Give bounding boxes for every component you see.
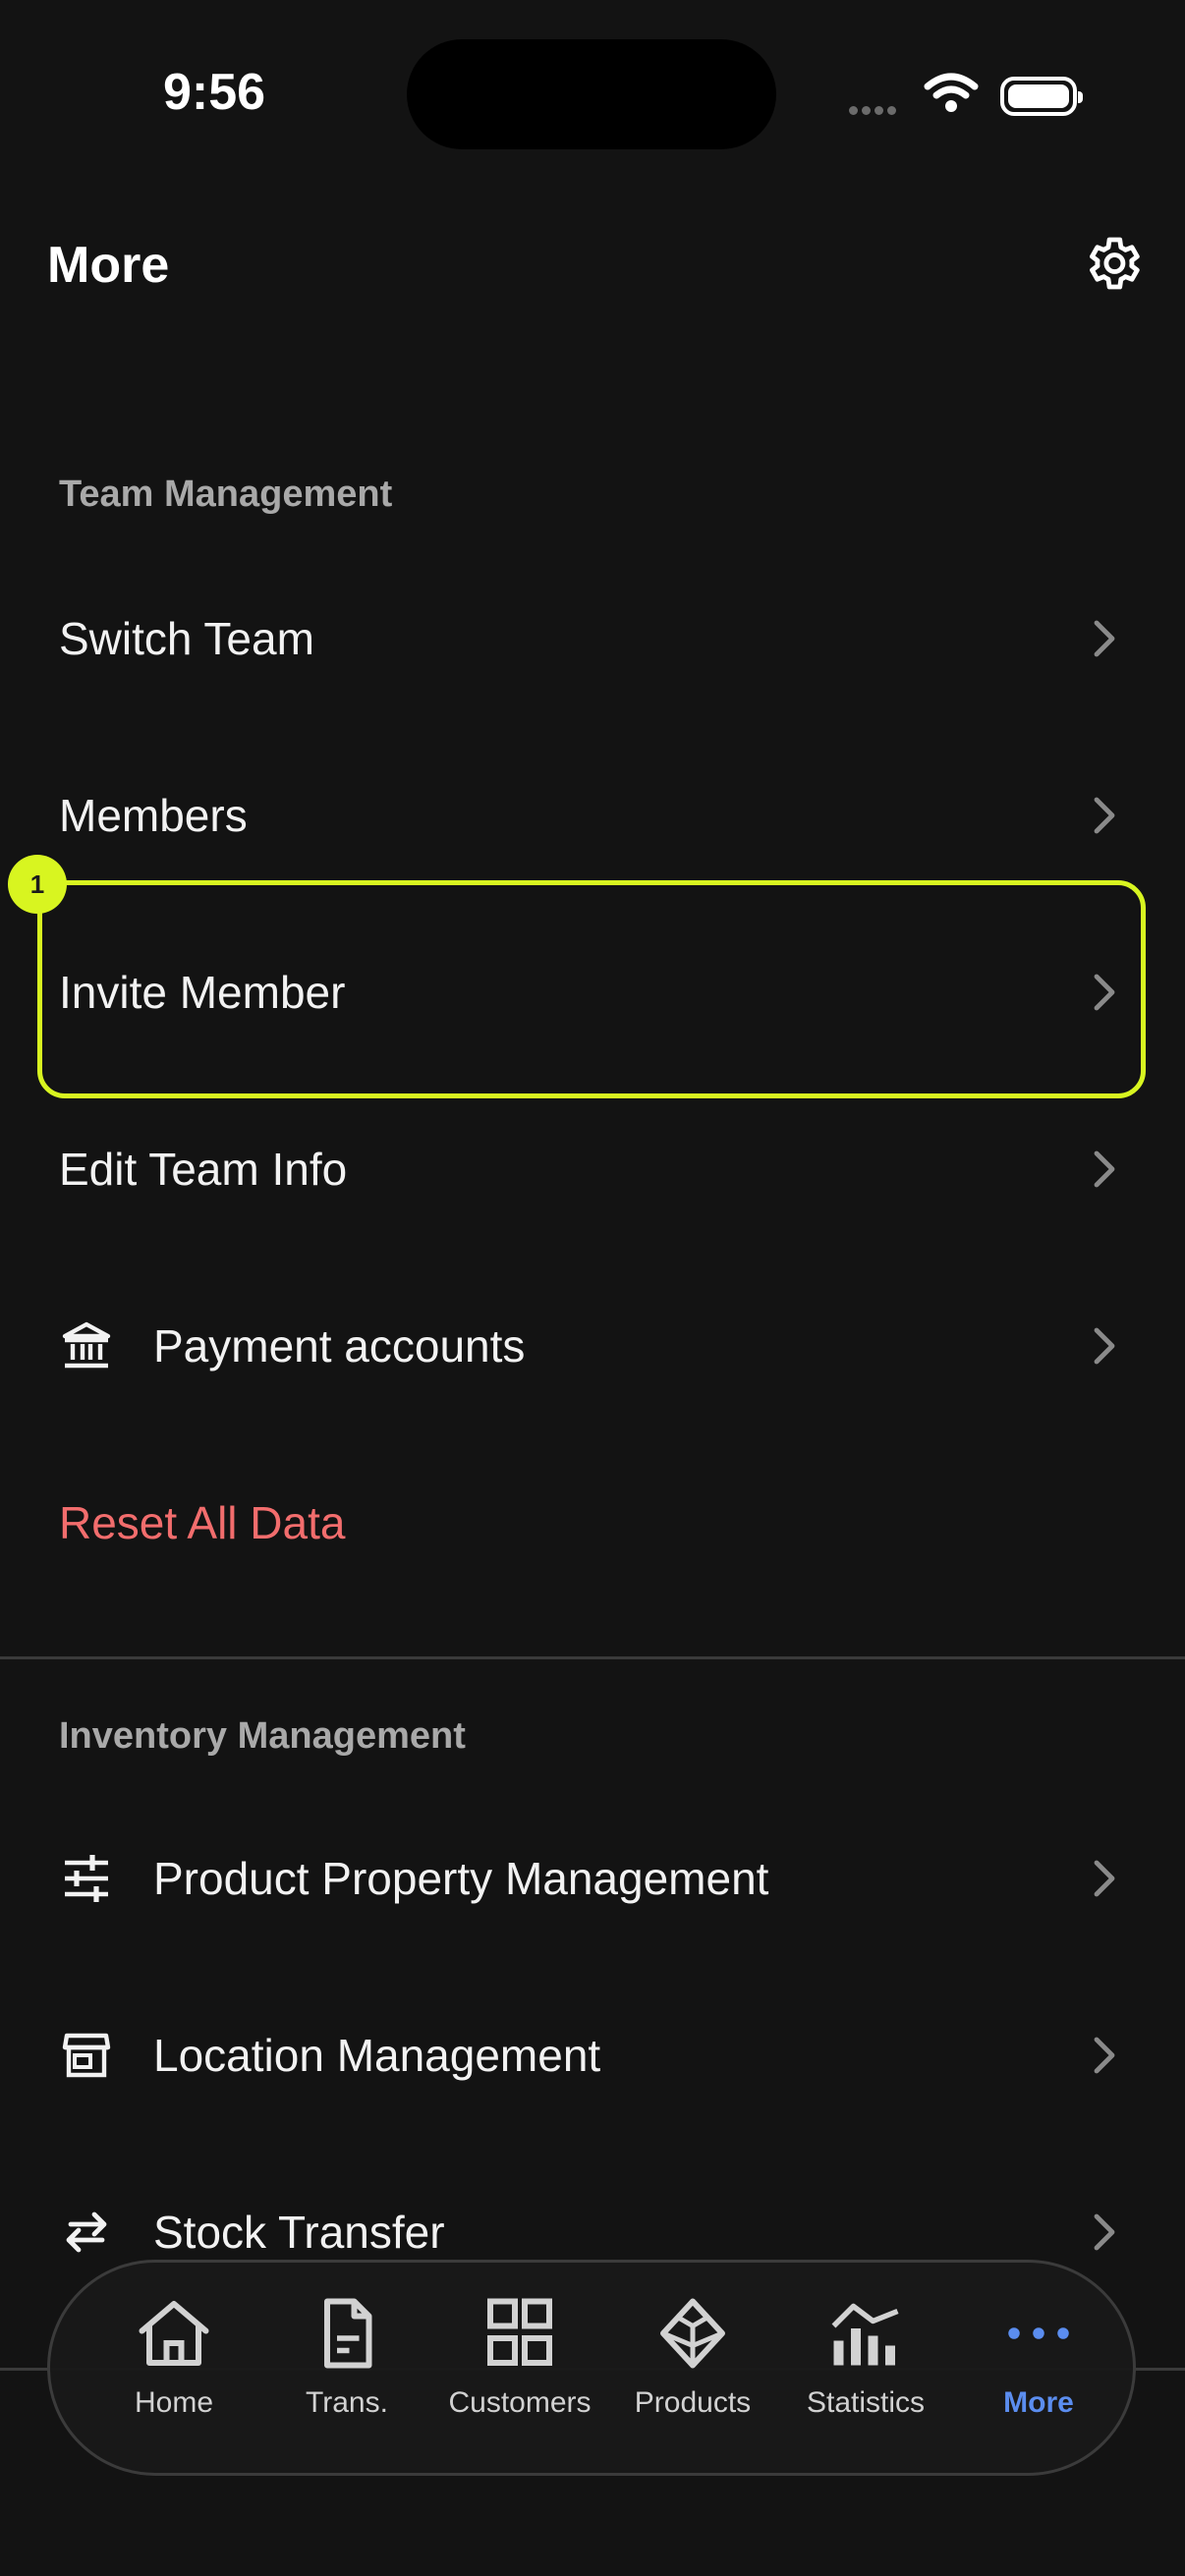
bank-icon: [62, 1321, 111, 1369]
chevron-right-icon: [1094, 620, 1115, 657]
tab-transactions[interactable]: Trans.: [260, 2296, 433, 2453]
team-management-header: Team Management: [59, 474, 393, 515]
swap-arrows-icon: [66, 2212, 107, 2253]
more-dots-icon: [1008, 2327, 1069, 2339]
document-icon: [324, 2298, 372, 2369]
home-icon: [139, 2301, 209, 2366]
inventory-management-header: Inventory Management: [59, 1715, 466, 1757]
status-bar: 9:56: [0, 0, 1185, 187]
edit-team-info-item[interactable]: Edit Team Info: [0, 1100, 1185, 1238]
tab-products[interactable]: Products: [606, 2296, 779, 2453]
stock-transfer-label: Stock Transfer: [153, 2207, 445, 2258]
tab-statistics-label: Statistics: [806, 2386, 926, 2419]
chevron-right-icon: [1094, 1860, 1115, 1897]
payment-accounts-label: Payment accounts: [153, 1320, 526, 1372]
annotation-highlight-box: [37, 880, 1146, 1098]
chevron-right-icon: [1094, 1150, 1115, 1188]
members-item[interactable]: Members: [0, 747, 1185, 884]
tab-transactions-label: Trans.: [306, 2386, 388, 2419]
members-label: Members: [59, 790, 248, 841]
chevron-right-icon: [1094, 797, 1115, 834]
tab-customers[interactable]: Customers: [433, 2296, 606, 2453]
product-property-management-label: Product Property Management: [153, 1853, 769, 1904]
tab-home[interactable]: Home: [87, 2296, 260, 2453]
tab-home-label: Home: [134, 2386, 214, 2419]
location-management-label: Location Management: [153, 2030, 601, 2081]
wifi-icon: [924, 73, 979, 112]
battery-icon: [1000, 77, 1083, 116]
tab-more-label: More: [1003, 2386, 1074, 2419]
section-divider: [0, 1656, 1185, 1659]
chevron-right-icon: [1094, 2213, 1115, 2251]
switch-team-item[interactable]: Switch Team: [0, 570, 1185, 707]
cube-icon: [660, 2298, 725, 2369]
bottom-tab-bar: Home Trans. Customers Products Statistic…: [47, 2260, 1136, 2476]
tab-more[interactable]: More: [952, 2296, 1125, 2453]
grid-icon: [487, 2298, 552, 2366]
edit-team-info-label: Edit Team Info: [59, 1144, 348, 1195]
settings-gear-icon[interactable]: [1081, 232, 1144, 295]
sliders-icon: [65, 1855, 108, 1902]
status-time: 9:56: [163, 64, 266, 121]
bar-chart-icon: [831, 2303, 899, 2366]
location-management-item[interactable]: Location Management: [0, 1987, 1185, 2124]
payment-accounts-item[interactable]: Payment accounts: [0, 1277, 1185, 1415]
switch-team-label: Switch Team: [59, 613, 314, 664]
reset-all-data-item[interactable]: Reset All Data: [0, 1454, 1185, 1592]
tab-customers-label: Customers: [448, 2386, 592, 2419]
chevron-right-icon: [1094, 2037, 1115, 2074]
reset-all-data-label: Reset All Data: [59, 1497, 346, 1548]
chevron-right-icon: [1094, 1327, 1115, 1365]
cellular-signal-icon: [849, 102, 900, 120]
annotation-marker: 1: [8, 855, 67, 914]
product-property-management-item[interactable]: Product Property Management: [0, 1810, 1185, 1947]
store-icon: [62, 2033, 111, 2078]
page-title: More: [47, 237, 170, 294]
tab-products-label: Products: [634, 2386, 752, 2419]
dynamic-island: [407, 39, 776, 149]
tab-statistics[interactable]: Statistics: [779, 2296, 952, 2453]
